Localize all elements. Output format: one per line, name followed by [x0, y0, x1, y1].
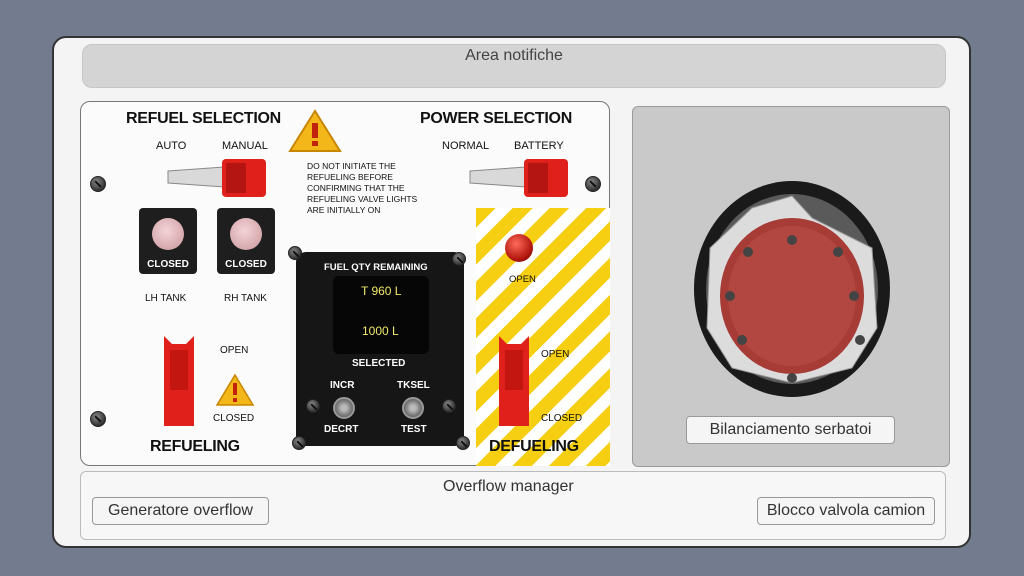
- decrt-label: DECRT: [324, 424, 359, 435]
- balancing-valve-cap[interactable]: [692, 178, 892, 400]
- total-fuel-value: T 960 L: [361, 284, 402, 298]
- overflow-generator-button[interactable]: Generatore overflow: [92, 497, 269, 525]
- warning-text: DO NOT INITIATE THE REFUELING BEFORE CON…: [307, 161, 418, 215]
- screw-icon: [306, 399, 320, 413]
- refuel-selection-title: REFUEL SELECTION: [126, 110, 281, 127]
- lh-status: CLOSED: [147, 259, 189, 270]
- screw-icon: [90, 176, 106, 192]
- battery-label: BATTERY: [514, 140, 564, 152]
- refueling-open-label: OPEN: [220, 345, 249, 356]
- defueling-closed-label: CLOSED: [541, 413, 583, 424]
- lamp-icon: [230, 218, 262, 250]
- normal-label: NORMAL: [442, 140, 490, 152]
- overflow-title: Overflow manager: [443, 478, 574, 495]
- defueling-valve-switch[interactable]: [495, 330, 533, 430]
- manual-label: MANUAL: [222, 140, 268, 152]
- screw-icon: [292, 436, 306, 450]
- auto-label: AUTO: [156, 140, 187, 152]
- lamp-icon: [152, 218, 184, 250]
- refueling-title: REFUELING: [150, 438, 240, 455]
- screw-icon: [442, 399, 456, 413]
- defueling-open-label: OPEN: [541, 349, 570, 360]
- tksel-label: TKSEL: [397, 380, 430, 391]
- screw-icon: [456, 436, 470, 450]
- warning-icon: [288, 109, 342, 152]
- test-label: TEST: [401, 424, 427, 435]
- power-selection-title: POWER SELECTION: [420, 110, 572, 127]
- balancing-button[interactable]: Bilanciamento serbatoi: [686, 416, 895, 444]
- defueling-title: DEFUELING: [489, 438, 579, 455]
- refueling-valve-switch[interactable]: [160, 330, 198, 430]
- rh-tank-label: RH TANK: [224, 293, 267, 304]
- selected-fuel-value: 1000 L: [362, 324, 399, 338]
- lh-tank-label: LH TANK: [145, 293, 187, 304]
- selected-label: SELECTED: [352, 358, 406, 369]
- notification-area: Area notifiche: [82, 44, 946, 88]
- rh-status: CLOSED: [225, 259, 267, 270]
- notification-area-label: Area notifiche: [465, 47, 563, 64]
- incr-label: INCR: [330, 380, 355, 391]
- power-mode-toggle[interactable]: [466, 157, 570, 199]
- truck-valve-block-button[interactable]: Blocco valvola camion: [757, 497, 935, 525]
- refuel-mode-toggle[interactable]: [164, 157, 268, 199]
- fuel-qty-gauge: FUEL QTY REMAINING T 960 L 1000 L SELECT…: [296, 252, 464, 446]
- incr-decrt-knob[interactable]: [333, 397, 355, 419]
- screw-icon: [90, 411, 106, 427]
- screw-icon: [452, 252, 466, 266]
- defueling-light-label: OPEN: [509, 274, 536, 285]
- refueling-closed-label: CLOSED: [213, 413, 255, 424]
- defueling-light: [505, 234, 533, 262]
- rh-tank-valve-light: CLOSED: [217, 208, 275, 274]
- screw-icon: [288, 246, 302, 260]
- tksel-test-knob[interactable]: [402, 397, 424, 419]
- gauge-display: T 960 L 1000 L: [333, 276, 429, 354]
- lh-tank-valve-light: CLOSED: [139, 208, 197, 274]
- screw-icon: [585, 176, 601, 192]
- warning-icon: [215, 373, 255, 406]
- gauge-title: FUEL QTY REMAINING: [324, 262, 428, 273]
